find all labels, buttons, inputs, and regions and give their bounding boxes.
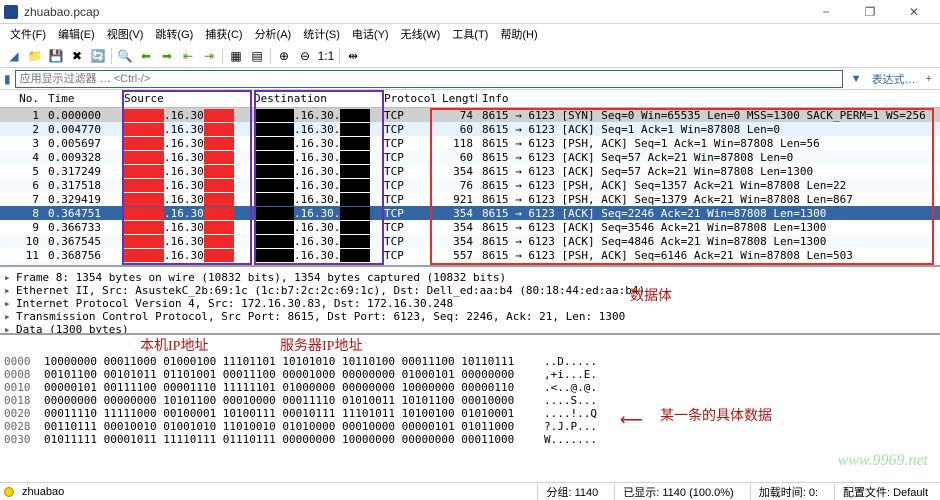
- menu-item[interactable]: 分析(A): [249, 24, 298, 44]
- menu-item[interactable]: 统计(S): [297, 24, 346, 44]
- status-profile: 配置文件: Default: [834, 484, 936, 500]
- back-icon[interactable]: ⬅: [136, 46, 156, 66]
- packet-list-header: No. Time Source Destination Protocol Len…: [0, 90, 940, 108]
- open-icon[interactable]: 📁: [25, 46, 45, 66]
- packet-row[interactable]: 30.005697 .16.30 .16.30. TCP1188615 → 61…: [0, 136, 940, 150]
- packet-row[interactable]: 100.367545 .16.30 .16.30. TCP3548615 → 6…: [0, 234, 940, 248]
- col-time[interactable]: Time: [44, 92, 120, 105]
- save-icon[interactable]: 💾: [46, 46, 66, 66]
- zoom-reset-icon[interactable]: 1:1: [316, 46, 336, 66]
- display-filter-input[interactable]: [15, 70, 843, 88]
- app-icon: [4, 5, 18, 19]
- status-load-time: 加载时间: 0:: [750, 484, 826, 500]
- packet-row[interactable]: 10.000000 .16.30 .16.30. TCP748615 → 612…: [0, 108, 940, 122]
- zoom-in-icon[interactable]: ⊕: [274, 46, 294, 66]
- reload-icon[interactable]: 🔄: [88, 46, 108, 66]
- zoom-out-icon[interactable]: ⊖: [295, 46, 315, 66]
- shark-fin-icon[interactable]: ◢: [4, 46, 24, 66]
- packet-row[interactable]: 50.317249 .16.30 .16.30. TCP3548615 → 61…: [0, 164, 940, 178]
- packet-bytes-pane[interactable]: 000010000000 00011000 01000100 11101101 …: [0, 351, 940, 461]
- packet-row[interactable]: 20.004770 .16.30 .16.30. TCP608615 → 612…: [0, 122, 940, 136]
- tree-item[interactable]: ▸Data (1300 bytes): [4, 323, 936, 335]
- tree-item[interactable]: ▸Internet Protocol Version 4, Src: 172.1…: [4, 297, 936, 310]
- menu-item[interactable]: 电话(Y): [346, 24, 395, 44]
- colorize-icon[interactable]: ▤: [247, 46, 267, 66]
- maximize-button[interactable]: ❐: [848, 0, 892, 24]
- menu-item[interactable]: 文件(F): [4, 24, 52, 44]
- find-icon[interactable]: 🔍: [115, 46, 135, 66]
- window-title: zhuabao.pcap: [24, 5, 804, 19]
- tree-item[interactable]: ▸Transmission Control Protocol, Src Port…: [4, 310, 936, 323]
- anno-server-ip: 服务器IP地址: [280, 335, 362, 355]
- menu-item[interactable]: 跳转(G): [149, 24, 199, 44]
- packet-row[interactable]: 80.364751 .16.30 .16.30. TCP3548615 → 61…: [0, 206, 940, 220]
- tree-item[interactable]: ▸Frame 8: 1354 bytes on wire (10832 bits…: [4, 271, 936, 284]
- anno-local-ip: 本机IP地址: [140, 335, 208, 355]
- packet-row[interactable]: 120.402274 .16.30 .16.30. TCP3548615 → 6…: [0, 262, 940, 265]
- packet-list-pane[interactable]: No. Time Source Destination Protocol Len…: [0, 90, 940, 265]
- menu-item[interactable]: 编辑(E): [52, 24, 101, 44]
- minimize-button[interactable]: −: [804, 0, 848, 24]
- menu-item[interactable]: 视图(V): [101, 24, 150, 44]
- resize-cols-icon[interactable]: ⇹: [343, 46, 363, 66]
- watermark: www.9969.net: [838, 452, 928, 470]
- close-file-icon[interactable]: ✖: [67, 46, 87, 66]
- menu-item[interactable]: 工具(T): [446, 24, 494, 44]
- hex-line[interactable]: 001800000000 00000000 10101100 00010000 …: [4, 394, 936, 407]
- col-source[interactable]: Source: [120, 92, 250, 105]
- expression-label[interactable]: 表达式…: [868, 71, 920, 87]
- hex-line[interactable]: 000010000000 00011000 01000100 11101101 …: [4, 355, 936, 368]
- hex-line[interactable]: 003001011111 00001011 11110111 01110111 …: [4, 433, 936, 446]
- anno-payload: 数据体: [630, 285, 672, 305]
- expression-button[interactable]: ▼: [847, 73, 866, 85]
- tree-item[interactable]: ▸Ethernet II, Src: AsustekC_2b:69:1c (1c…: [4, 284, 936, 297]
- anno-arrow: ⟵: [620, 410, 643, 430]
- status-file: zhuabao: [22, 486, 64, 498]
- hex-line[interactable]: 000800101100 00101011 01101001 00011100 …: [4, 368, 936, 381]
- status-led-icon: [4, 487, 14, 497]
- col-no[interactable]: No.: [0, 92, 44, 105]
- packet-row[interactable]: 110.368756 .16.30 .16.30. TCP5578615 → 6…: [0, 248, 940, 262]
- annotations: 本机IP地址 服务器IP地址 数据体: [0, 335, 940, 351]
- packet-row[interactable]: 90.366733 .16.30 .16.30. TCP3548615 → 61…: [0, 220, 940, 234]
- hex-line[interactable]: 001000000101 00111100 00001110 11111101 …: [4, 381, 936, 394]
- hex-line[interactable]: 002000011110 11111000 00100001 10100111 …: [4, 407, 936, 420]
- col-length[interactable]: Length: [438, 92, 478, 105]
- forward-icon[interactable]: ➡: [157, 46, 177, 66]
- close-button[interactable]: ✕: [892, 0, 936, 24]
- status-bar: zhuabao 分组: 1140 已显示: 1140 (100.0%) 加载时间…: [0, 482, 940, 500]
- menubar: 文件(F)编辑(E)视图(V)跳转(G)捕获(C)分析(A)统计(S)电话(Y)…: [0, 24, 940, 44]
- goto-last-icon[interactable]: ⇥: [199, 46, 219, 66]
- packet-row[interactable]: 40.009328 .16.30 .16.30. TCP608615 → 612…: [0, 150, 940, 164]
- goto-first-icon[interactable]: ⇤: [178, 46, 198, 66]
- status-displayed: 已显示: 1140 (100.0%): [614, 484, 741, 500]
- col-info[interactable]: Info: [478, 92, 940, 105]
- menu-item[interactable]: 帮助(H): [494, 24, 543, 44]
- menu-item[interactable]: 捕获(C): [199, 24, 248, 44]
- status-packets: 分组: 1140: [537, 484, 606, 500]
- packet-row[interactable]: 70.329419 .16.30 .16.30. TCP9218615 → 61…: [0, 192, 940, 206]
- hex-line[interactable]: 002800110111 00010010 01001010 11010010 …: [4, 420, 936, 433]
- packet-details-pane[interactable]: ▸Frame 8: 1354 bytes on wire (10832 bits…: [0, 265, 940, 335]
- anno-detail: 某一条的具体数据: [660, 405, 772, 425]
- menu-item[interactable]: 无线(W): [395, 24, 447, 44]
- add-button[interactable]: +: [922, 73, 936, 85]
- toolbar: ◢ 📁 💾 ✖ 🔄 🔍 ⬅ ➡ ⇤ ⇥ ▦ ▤ ⊕ ⊖ 1:1 ⇹: [0, 44, 940, 68]
- autoscroll-icon[interactable]: ▦: [226, 46, 246, 66]
- bookmark-icon[interactable]: ▮: [4, 72, 11, 86]
- col-destination[interactable]: Destination: [250, 92, 380, 105]
- packet-row[interactable]: 60.317518 .16.30 .16.30. TCP768615 → 612…: [0, 178, 940, 192]
- col-protocol[interactable]: Protocol: [380, 92, 438, 105]
